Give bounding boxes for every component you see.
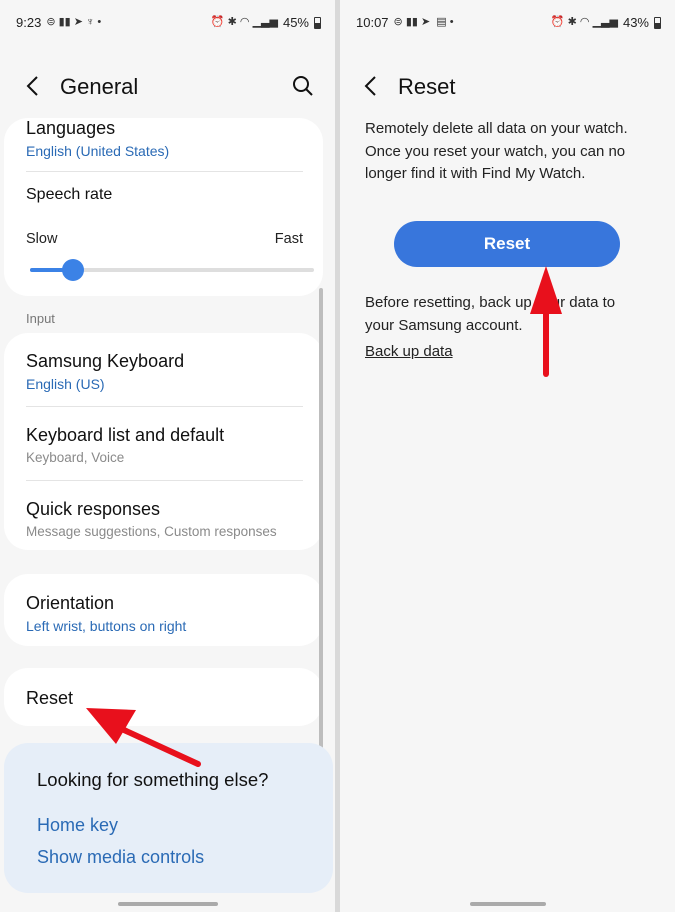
fast-label: Fast bbox=[274, 231, 303, 247]
page-title: General bbox=[60, 74, 139, 99]
keyboard-list-value: Keyboard, Voice bbox=[26, 450, 125, 465]
status-bar: 10:07 ⊜ ▮▮ ➤ ▤ • ⏰ ✱ ◠ ▁▃▅ 43% bbox=[340, 0, 675, 44]
battery-icon bbox=[654, 16, 661, 29]
reset-screen: 10:07 ⊜ ▮▮ ➤ ▤ • ⏰ ✱ ◠ ▁▃▅ 43% Reset Rem… bbox=[340, 0, 675, 912]
speech-rate-slider[interactable] bbox=[30, 259, 314, 281]
keyboard-list-title: Keyboard list and default bbox=[26, 425, 225, 445]
general-settings-screen: 9:23 ⊜ ▮▮ ➤ ♆ • ⏰ ✱ ◠ ▁▃▅ 45% General La… bbox=[0, 0, 335, 912]
keyboard-list-item[interactable]: Keyboard list and default Keyboard, Voic… bbox=[26, 425, 303, 465]
back-button[interactable] bbox=[20, 72, 48, 100]
page-title: Reset bbox=[398, 74, 456, 99]
divider bbox=[26, 480, 303, 481]
quick-responses-value: Message suggestions, Custom responses bbox=[26, 524, 277, 539]
speech-rate-title: Speech rate bbox=[26, 186, 113, 203]
status-time: 10:07 bbox=[356, 15, 389, 30]
language-card: Languages English (United States) Speech… bbox=[4, 118, 323, 296]
home-indicator bbox=[117, 902, 218, 906]
slow-label: Slow bbox=[26, 231, 58, 247]
suggestions-card: Looking for something else? Home key Sho… bbox=[4, 743, 333, 893]
divider bbox=[26, 171, 303, 172]
divider bbox=[26, 406, 303, 407]
search-icon bbox=[293, 76, 313, 96]
reset-description: Remotely delete all data on your watch. … bbox=[365, 120, 628, 182]
orientation-card: Orientation Left wrist, buttons on right bbox=[4, 574, 323, 646]
languages-item[interactable]: Languages English (United States) bbox=[26, 118, 303, 159]
status-bar: 9:23 ⊜ ▮▮ ➤ ♆ • ⏰ ✱ ◠ ▁▃▅ 45% bbox=[0, 0, 335, 44]
show-media-controls-link[interactable]: Show media controls bbox=[37, 847, 204, 868]
backup-note: Before resetting, back up your data to y… bbox=[365, 294, 616, 334]
reset-title: Reset bbox=[26, 688, 74, 708]
reset-button[interactable]: Reset bbox=[394, 221, 620, 267]
input-card: Samsung Keyboard English (US) Keyboard l… bbox=[4, 333, 323, 550]
speech-rate-labels: Slow Fast bbox=[26, 231, 303, 247]
home-indicator bbox=[469, 902, 546, 906]
notification-icons: ⊜ ▮▮ ➤ ♆ • bbox=[46, 16, 102, 28]
alarm-bluetooth-wifi-signal-icons: ⏰ ✱ ◠ ▁▃▅ bbox=[550, 16, 618, 28]
home-key-link[interactable]: Home key bbox=[37, 815, 118, 836]
languages-title: Languages bbox=[26, 118, 116, 138]
notification-icons: ⊜ ▮▮ ➤ ▤ • bbox=[393, 16, 454, 28]
search-button[interactable] bbox=[289, 72, 317, 100]
suggestions-title: Looking for something else? bbox=[37, 769, 269, 790]
battery-icon bbox=[314, 16, 321, 29]
orientation-value: Left wrist, buttons on right bbox=[26, 618, 187, 634]
orientation-title: Orientation bbox=[26, 593, 115, 613]
app-bar: Reset bbox=[340, 62, 675, 110]
alarm-bluetooth-wifi-signal-icons: ⏰ ✱ ◠ ▁▃▅ bbox=[210, 16, 278, 28]
quick-responses-title: Quick responses bbox=[26, 499, 161, 519]
languages-value: English (United States) bbox=[26, 143, 170, 159]
status-time: 9:23 bbox=[16, 15, 42, 30]
back-button[interactable] bbox=[358, 72, 386, 100]
quick-responses-item[interactable]: Quick responses Message suggestions, Cus… bbox=[26, 499, 303, 539]
slider-thumb[interactable] bbox=[61, 259, 84, 281]
back-up-data-link[interactable]: Back up data bbox=[365, 343, 453, 360]
reset-item[interactable]: Reset bbox=[26, 688, 303, 709]
status-battery: 43% bbox=[622, 15, 649, 30]
samsung-keyboard-item[interactable]: Samsung Keyboard English (US) bbox=[26, 351, 303, 392]
chevron-left-icon bbox=[26, 76, 38, 96]
samsung-keyboard-value: English (US) bbox=[26, 376, 105, 392]
samsung-keyboard-title: Samsung Keyboard bbox=[26, 351, 185, 371]
status-battery: 45% bbox=[282, 15, 309, 30]
orientation-item[interactable]: Orientation Left wrist, buttons on right bbox=[26, 593, 303, 634]
input-section-label: Input bbox=[26, 311, 55, 326]
reset-card: Reset bbox=[4, 668, 323, 726]
chevron-left-icon bbox=[364, 76, 376, 96]
app-bar: General bbox=[0, 62, 335, 110]
